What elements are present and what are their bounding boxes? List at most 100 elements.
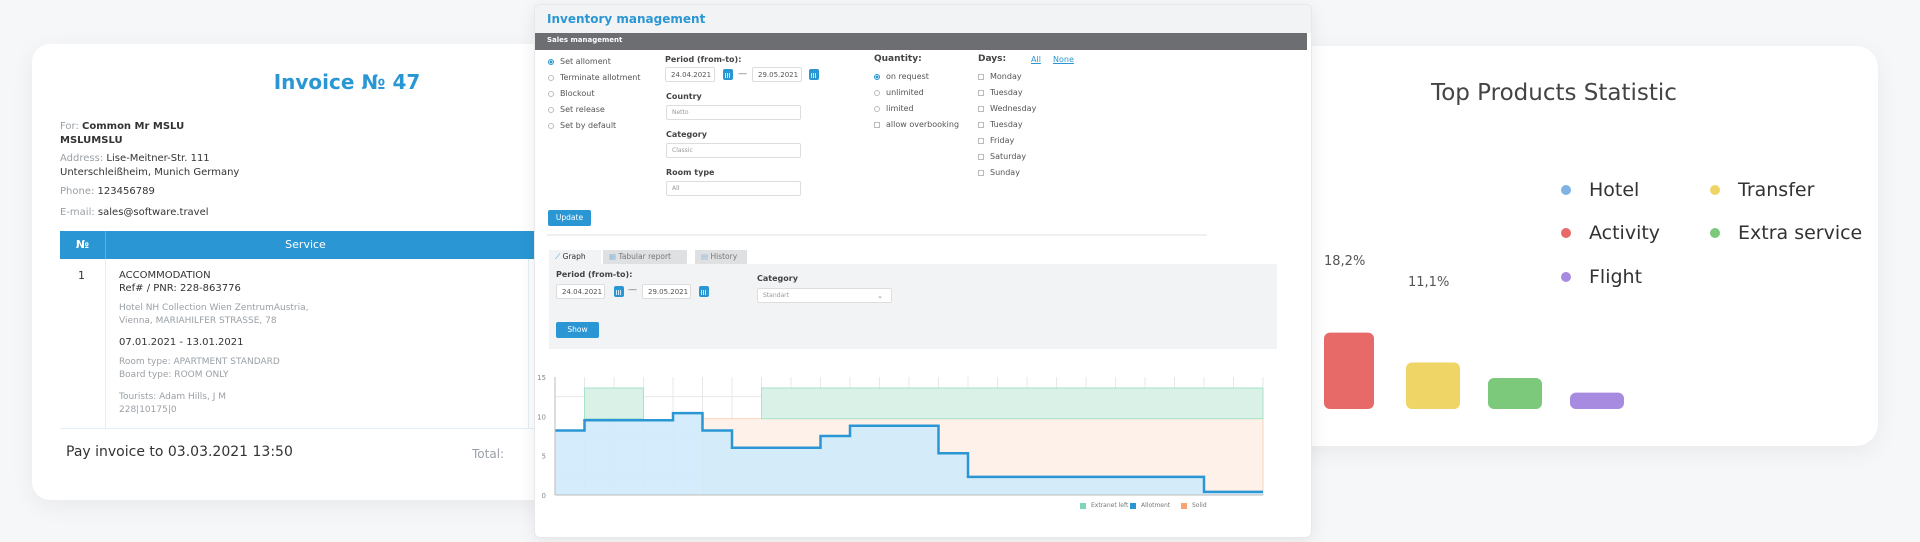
- radio-label: Set by default: [560, 121, 617, 130]
- action-radio-2[interactable]: Blockout: [548, 89, 594, 98]
- days-label: Days:: [978, 54, 1007, 64]
- day-checkbox[interactable]: Friday: [978, 136, 1014, 145]
- y-tick-label: 0: [542, 492, 546, 500]
- checkbox[interactable]: [978, 105, 984, 112]
- legend-item-activity: Activity: [1561, 222, 1660, 244]
- radio-button[interactable]: [548, 58, 554, 65]
- category-label: Category: [666, 130, 707, 139]
- invoice-phone: Phone: 123456789: [60, 185, 155, 199]
- report-category-label: Category: [757, 274, 798, 283]
- action-radio-1[interactable]: Terminate allotment: [548, 73, 641, 82]
- days-none-link[interactable]: None: [1053, 55, 1074, 64]
- report-period-to-input[interactable]: 29.05.2021: [642, 284, 691, 299]
- quantity-radio-0[interactable]: on request: [874, 72, 929, 81]
- legend-dot: [1561, 272, 1571, 282]
- report-period-from-input[interactable]: 24.04.2021: [556, 284, 605, 299]
- checkbox[interactable]: [978, 137, 984, 144]
- period-from-input[interactable]: 24.04.2021: [665, 67, 715, 82]
- legend-item-transfer: Transfer: [1710, 179, 1814, 201]
- quantity-radio-2[interactable]: limited: [874, 104, 914, 113]
- legend-label: Transfer: [1738, 179, 1815, 201]
- radio-button[interactable]: [874, 73, 880, 80]
- legend-item: Extranet left: [1080, 502, 1128, 509]
- extranet-left-area: [761, 387, 1264, 420]
- calendar-icon[interactable]: [614, 286, 624, 297]
- show-button[interactable]: Show: [556, 322, 599, 338]
- select-value: Standart: [763, 292, 789, 299]
- email-label: E-mail:: [60, 207, 95, 218]
- day-checkbox[interactable]: Wednesday: [978, 104, 1036, 113]
- quantity-label: Quantity:: [874, 54, 922, 64]
- report-period-label: Period (from-to):: [556, 270, 633, 279]
- report-category-select[interactable]: Standart ⌄: [757, 288, 892, 303]
- bar-extra-service: [1488, 377, 1542, 409]
- email-value: sales@software.travel: [97, 207, 209, 218]
- room-type-input[interactable]: All: [666, 181, 801, 196]
- days-all-link[interactable]: All: [1031, 55, 1041, 64]
- day-checkbox[interactable]: Saturday: [978, 152, 1026, 161]
- quantity-radio-1[interactable]: unlimited: [874, 88, 924, 97]
- table-row: 1 ACCOMMODATION Ref# / PNR: 228-863776 H…: [60, 259, 540, 429]
- tab-tabular-report[interactable]: ▦ Tabular report: [603, 250, 687, 264]
- calendar-icon[interactable]: [809, 69, 819, 80]
- day-checkbox[interactable]: Tuesday: [978, 120, 1023, 129]
- radio-label: Blockout: [560, 89, 595, 98]
- bar-flight: [1570, 392, 1624, 409]
- room-type: Room type: APARTMENT STANDARD: [119, 357, 280, 367]
- action-radio-4[interactable]: Set by default: [548, 121, 616, 130]
- invoice-address: Address: Lise-Meitner-Str. 111 Unterschl…: [60, 152, 239, 180]
- phone-value: 123456789: [97, 186, 155, 197]
- checkbox[interactable]: [978, 89, 984, 96]
- column-header-service: Service: [105, 231, 505, 259]
- country-input[interactable]: Netto: [666, 105, 801, 120]
- day-label: Sunday: [990, 168, 1020, 177]
- history-icon: ▤: [701, 252, 709, 261]
- checkbox[interactable]: [978, 121, 984, 128]
- legend-dot: [1710, 185, 1720, 195]
- day-label: Monday: [990, 72, 1022, 81]
- legend-label: Solid: [1192, 502, 1207, 509]
- allow-overbooking-checkbox[interactable]: allow overbooking: [874, 120, 959, 129]
- radio-button[interactable]: [548, 90, 554, 97]
- legend-item-flight: Flight: [1561, 266, 1642, 288]
- address-label: Address:: [60, 153, 104, 164]
- allotment-chart: 0 5 10 15: [537, 374, 1264, 500]
- checkbox[interactable]: [978, 153, 984, 160]
- day-label: Saturday: [990, 152, 1027, 161]
- update-button[interactable]: Update: [548, 210, 591, 226]
- legend-item: Allotment: [1130, 502, 1170, 509]
- checkbox[interactable]: [978, 169, 984, 176]
- panel-title: Inventory management: [547, 12, 706, 26]
- day-checkbox[interactable]: Tuesday: [978, 88, 1023, 97]
- calendar-icon[interactable]: [723, 69, 733, 80]
- legend-dot: [1710, 228, 1720, 238]
- period-to-input[interactable]: 29.05.2021: [752, 67, 802, 82]
- radio-button[interactable]: [874, 105, 880, 112]
- legend-item: Solid: [1181, 502, 1207, 509]
- category-input[interactable]: Classic: [666, 143, 801, 158]
- column-divider: [528, 259, 529, 428]
- radio-button[interactable]: [548, 74, 554, 81]
- radio-button[interactable]: [548, 106, 554, 113]
- radio-button[interactable]: [874, 89, 880, 96]
- row-number: 1: [78, 269, 85, 282]
- tab-graph[interactable]: ⟋ Graph: [549, 250, 601, 264]
- checkbox[interactable]: [978, 73, 984, 80]
- checkbox[interactable]: [874, 121, 880, 128]
- phone-label: Phone:: [60, 186, 95, 197]
- tab-history[interactable]: ▤ History: [695, 250, 747, 264]
- action-radio-0[interactable]: Set alloment: [548, 57, 611, 66]
- day-checkbox[interactable]: Monday: [978, 72, 1022, 81]
- invoice-for: For: Common Mr MSLU MSLUMSLU: [60, 120, 184, 148]
- for-label: For:: [60, 121, 79, 132]
- legend-label: Allotment: [1141, 502, 1171, 509]
- radio-button[interactable]: [548, 122, 554, 129]
- day-checkbox[interactable]: Sunday: [978, 168, 1020, 177]
- bar-data-label: 18,2%: [1324, 254, 1366, 269]
- radio-label: Set alloment: [560, 57, 611, 66]
- calendar-icon[interactable]: [699, 286, 709, 297]
- bar-transfer: [1406, 362, 1460, 409]
- action-radio-3[interactable]: Set release: [548, 105, 605, 114]
- radio-label: unlimited: [886, 88, 924, 97]
- legend-item-extra-service: Extra service: [1710, 222, 1862, 244]
